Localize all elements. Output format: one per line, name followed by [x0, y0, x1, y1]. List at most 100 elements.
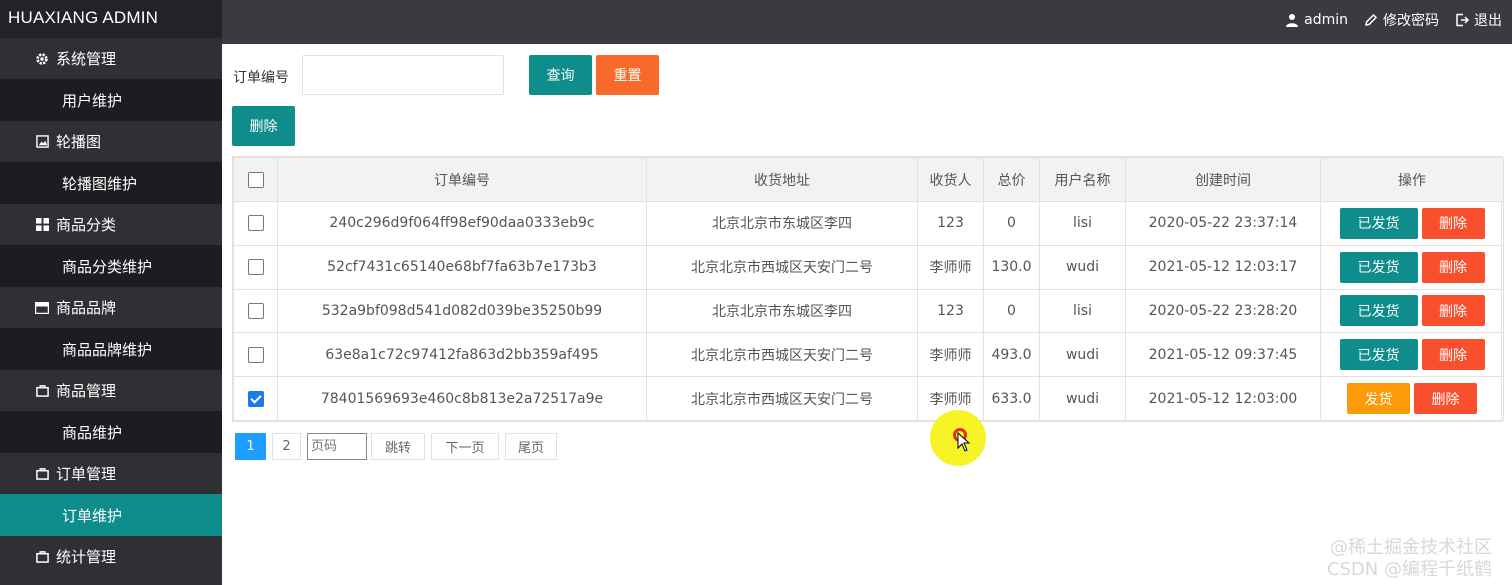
- image-icon: [34, 134, 50, 150]
- total-cell: 633.0: [983, 376, 1040, 421]
- table-row: 52cf7431c65140e68bf7fa63b7e173b3 北京北京市西城…: [233, 244, 1504, 290]
- column-header: 总价: [983, 157, 1040, 202]
- row-checkbox[interactable]: [247, 302, 264, 319]
- main-content: 订单编号 查询 重置 删除 订单编号 收货地址 收货人 总价 用户名称 创建时间…: [222, 44, 1512, 585]
- grid-icon: [34, 217, 50, 233]
- sidebar-group-carousel[interactable]: 轮播图: [0, 121, 222, 162]
- column-header: 用户名称: [1039, 157, 1126, 202]
- bag-icon: [34, 466, 50, 482]
- shipped-button[interactable]: 已发货: [1339, 251, 1418, 283]
- user-cell: lisi: [1039, 288, 1126, 334]
- shipped-button[interactable]: 已发货: [1339, 295, 1418, 327]
- table-row: 240c296d9f064ff98ef90daa0333eb9c 北京北京市东城…: [233, 201, 1504, 246]
- sidebar-item-brand-maintain[interactable]: 商品品牌维护: [0, 328, 222, 370]
- watermark-line: @稀土掘金技术社区: [1330, 537, 1492, 558]
- action-cell: 已发货 删除: [1320, 288, 1504, 334]
- card-icon: [34, 300, 50, 316]
- receiver-cell: 123: [917, 201, 984, 246]
- total-cell: 493.0: [983, 332, 1040, 378]
- order-no-cell: 240c296d9f064ff98ef90daa0333eb9c: [277, 201, 647, 246]
- select-all-cell[interactable]: [233, 157, 278, 202]
- logout-link[interactable]: 退出: [1455, 10, 1502, 30]
- sidebar: HUAXIANG ADMIN 系统管理 用户维护 轮播图 轮播图维护 商品分类 …: [0, 0, 222, 585]
- column-header: 收货人: [917, 157, 984, 202]
- logout-label: 退出: [1474, 13, 1502, 29]
- query-button[interactable]: 查询: [529, 55, 592, 95]
- sidebar-item-carousel-maintain[interactable]: 轮播图维护: [0, 162, 222, 204]
- shipped-button[interactable]: 已发货: [1339, 207, 1418, 239]
- sidebar-group-label: 系统管理: [56, 50, 117, 68]
- delete-button[interactable]: 删除: [1421, 207, 1485, 239]
- user-icon: [1286, 14, 1299, 27]
- sidebar-group-label: 商品管理: [56, 382, 117, 400]
- user-cell: wudi: [1039, 376, 1126, 421]
- sidebar-item-goods-maintain[interactable]: 商品维护: [0, 411, 222, 453]
- ship-button[interactable]: 发货: [1347, 383, 1410, 415]
- total-cell: 0: [983, 201, 1040, 246]
- brand-title: HUAXIANG ADMIN: [0, 0, 222, 38]
- sidebar-group-category[interactable]: 商品分类: [0, 204, 222, 245]
- order-no-cell: 532a9bf098d541d082d039be35250b99: [277, 288, 647, 334]
- row-checkbox[interactable]: [247, 215, 264, 232]
- sidebar-group-goods[interactable]: 商品管理: [0, 370, 222, 411]
- address-cell: 北京北京市西城区天安门二号: [646, 244, 918, 290]
- pagination: 1 2 跳转 下一页 尾页: [235, 433, 563, 460]
- change-password-link[interactable]: 修改密码: [1364, 10, 1439, 30]
- shipped-button[interactable]: 已发货: [1339, 339, 1418, 371]
- sidebar-group-stats[interactable]: 统计管理: [0, 536, 222, 577]
- change-password-label: 修改密码: [1383, 13, 1439, 29]
- row-select-cell[interactable]: [233, 376, 278, 421]
- row-checkbox[interactable]: [247, 346, 264, 363]
- select-all-checkbox[interactable]: [247, 171, 264, 188]
- user-cell: lisi: [1039, 201, 1126, 246]
- column-header: 创建时间: [1125, 157, 1321, 202]
- user-cell: wudi: [1039, 244, 1126, 290]
- table-row: 532a9bf098d541d082d039be35250b99 北京北京市东城…: [233, 288, 1504, 334]
- order-no-input[interactable]: [302, 55, 504, 95]
- reset-button[interactable]: 重置: [596, 55, 659, 95]
- sidebar-item-order-maintain[interactable]: 订单维护: [0, 494, 222, 536]
- user-cell: wudi: [1039, 332, 1126, 378]
- row-select-cell[interactable]: [233, 332, 278, 378]
- batch-delete-button[interactable]: 删除: [232, 106, 295, 146]
- user-menu[interactable]: admin: [1285, 12, 1348, 28]
- jump-button[interactable]: 跳转: [371, 433, 425, 460]
- order-no-label: 订单编号: [233, 70, 289, 86]
- next-page-button[interactable]: 下一页: [431, 433, 499, 460]
- page-2-button[interactable]: 2: [272, 433, 301, 460]
- sidebar-group-label: 订单管理: [56, 465, 117, 483]
- page-1-button[interactable]: 1: [235, 433, 266, 460]
- edit-icon: [1365, 13, 1378, 26]
- last-page-button[interactable]: 尾页: [505, 433, 557, 460]
- address-cell: 北京北京市西城区天安门二号: [646, 332, 918, 378]
- address-cell: 北京北京市东城区李四: [646, 201, 918, 246]
- total-cell: 0: [983, 288, 1040, 334]
- row-select-cell[interactable]: [233, 201, 278, 246]
- sidebar-group-order[interactable]: 订单管理: [0, 453, 222, 494]
- sidebar-group-system[interactable]: 系统管理: [0, 38, 222, 79]
- sidebar-group-brand[interactable]: 商品品牌: [0, 287, 222, 328]
- row-select-cell[interactable]: [233, 244, 278, 290]
- row-select-cell[interactable]: [233, 288, 278, 334]
- delete-button[interactable]: 删除: [1421, 295, 1485, 327]
- bag-icon: [34, 383, 50, 399]
- row-checkbox-checked[interactable]: [247, 390, 264, 407]
- address-cell: 北京北京市东城区李四: [646, 288, 918, 334]
- column-header: 操作: [1320, 157, 1504, 202]
- top-bar-actions: admin 修改密码 退出: [1269, 0, 1502, 40]
- order-no-cell: 52cf7431c65140e68bf7fa63b7e173b3: [277, 244, 647, 290]
- page-number-input[interactable]: [307, 433, 367, 460]
- address-cell: 北京北京市西城区天安门二号: [646, 376, 918, 421]
- row-checkbox[interactable]: [247, 259, 264, 276]
- receiver-cell: 李师师: [917, 244, 984, 290]
- table-row: 78401569693e460c8b813e2a72517a9e 北京北京市西城…: [233, 376, 1504, 421]
- delete-button[interactable]: 删除: [1421, 339, 1485, 371]
- delete-button[interactable]: 删除: [1414, 383, 1477, 415]
- sidebar-item-user-maintain[interactable]: 用户维护: [0, 79, 222, 121]
- logout-icon: [1456, 13, 1469, 27]
- watermark: @稀土掘金技术社区 CSDN @编程千纸鹤: [1327, 537, 1492, 581]
- order-table: 订单编号 收货地址 收货人 总价 用户名称 创建时间 操作 240c296d9f…: [232, 156, 1504, 422]
- sidebar-group-label: 统计管理: [56, 548, 117, 566]
- sidebar-item-category-maintain[interactable]: 商品分类维护: [0, 245, 222, 287]
- delete-button[interactable]: 删除: [1421, 251, 1485, 283]
